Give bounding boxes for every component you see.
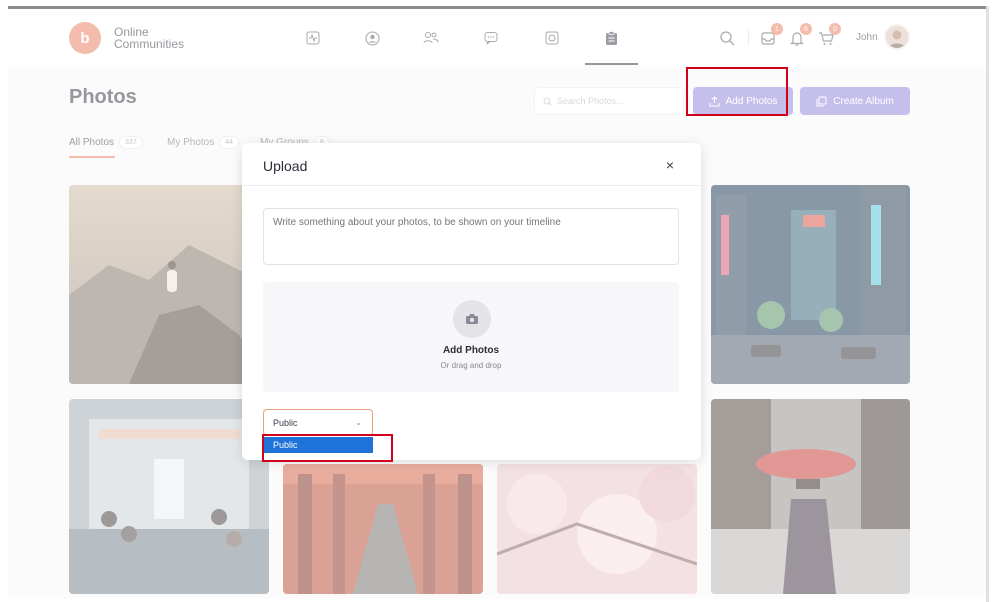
chevron-down-icon: ⌄ — [355, 418, 362, 427]
close-icon[interactable]: × — [662, 157, 678, 173]
modal-header: Upload × — [242, 143, 701, 186]
highlight-add-photos — [686, 67, 788, 116]
photo-dropzone[interactable]: Add Photos Or drag and drop — [263, 282, 679, 392]
camera-icon[interactable] — [453, 300, 491, 338]
privacy-selected-value: Public — [273, 417, 298, 428]
upload-modal: Upload × Add Photos Or drag and drop Pub… — [242, 143, 701, 460]
highlight-public-option — [262, 434, 393, 462]
window-right-border — [986, 6, 989, 602]
dropzone-title: Add Photos — [442, 345, 500, 356]
post-text-field[interactable] — [263, 208, 679, 265]
modal-title: Upload — [263, 158, 308, 174]
dropzone-subtitle: Or drag and drop — [440, 361, 502, 370]
privacy-select[interactable]: Public ⌄ — [263, 409, 373, 436]
